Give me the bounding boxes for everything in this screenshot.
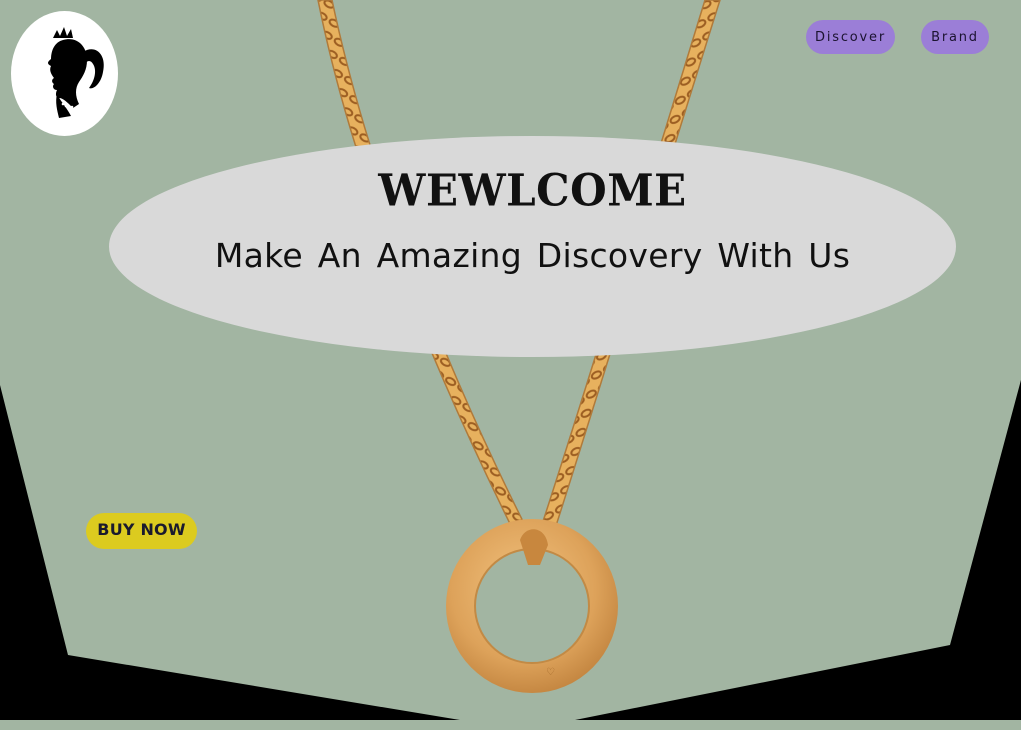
top-nav: Discover Brand: [806, 20, 989, 54]
buy-now-button[interactable]: BUY NOW: [86, 513, 197, 549]
discover-button[interactable]: Discover: [806, 20, 895, 54]
logo[interactable]: [11, 11, 118, 136]
welcome-banner: WEWLCOME Make An Amazing Discovery With …: [109, 136, 956, 357]
brand-button[interactable]: Brand: [921, 20, 989, 54]
landing-page: ♡ Discover Brand WEWLCOME Make An Amazin…: [0, 0, 1021, 730]
necklace-image: ♡: [317, 0, 721, 693]
welcome-subtitle: Make An Amazing Discovery With Us: [214, 236, 851, 275]
welcome-title: WEWLCOME: [378, 164, 687, 217]
svg-text:♡: ♡: [546, 667, 555, 678]
princess-silhouette-icon: [47, 26, 104, 118]
